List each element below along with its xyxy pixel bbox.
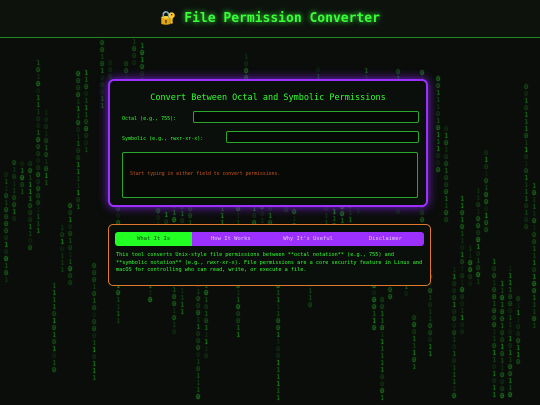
info-description: This tool converts Unix-style file permi…	[116, 252, 423, 273]
app-header: 🔐 File Permission Converter	[0, 0, 540, 38]
lock-icon: 🔐	[160, 11, 177, 26]
octal-input[interactable]	[193, 111, 419, 123]
conversion-output: Start typing in either field to convert …	[122, 152, 418, 198]
info-tabs: What It Is How It Works Why It's Useful …	[115, 232, 424, 246]
symbolic-input[interactable]	[226, 131, 419, 143]
octal-label: Octal (e.g., 755):	[122, 116, 177, 122]
tab-how-it-works[interactable]: How It Works	[192, 232, 270, 246]
tab-what-it-is[interactable]: What It Is	[115, 232, 193, 246]
app-title: File Permission Converter	[184, 11, 380, 26]
tab-disclaimer[interactable]: Disclaimer	[346, 232, 424, 246]
info-panel: What It Is How It Works Why It's Useful …	[108, 224, 431, 286]
output-message: Start typing in either field to convert …	[130, 172, 281, 177]
converter-title: Convert Between Octal and Symbolic Permi…	[150, 93, 386, 103]
symbolic-label: Symbolic (e.g., rwxr-xr-x):	[122, 136, 204, 142]
tab-why-its-useful[interactable]: Why It's Useful	[269, 232, 347, 246]
converter-panel: Convert Between Octal and Symbolic Permi…	[108, 79, 428, 207]
